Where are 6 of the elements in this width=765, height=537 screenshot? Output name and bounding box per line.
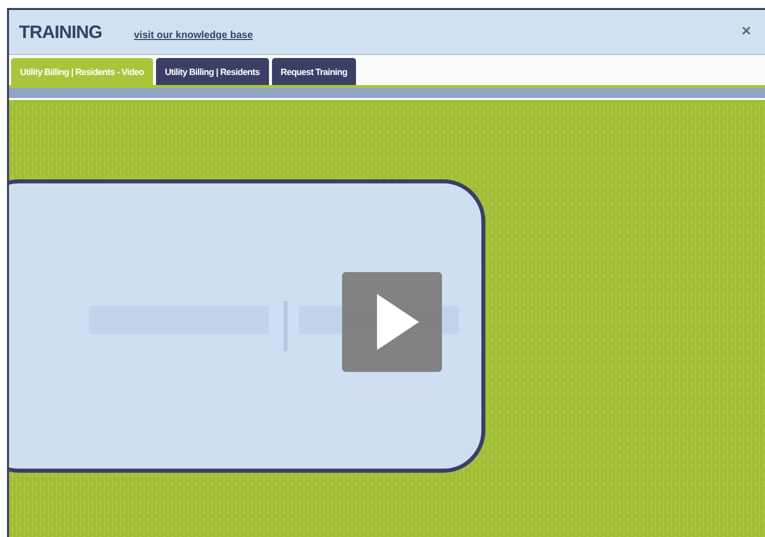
close-button[interactable]: ×: [738, 23, 755, 41]
window-title: TRAINING: [19, 22, 102, 42]
tab[interactable]: Utility Billing | Residents: [156, 58, 269, 85]
tab[interactable]: Request Training: [272, 58, 356, 85]
knowledge-base-link[interactable]: visit our knowledge base: [134, 30, 253, 40]
play-button[interactable]: [342, 272, 442, 372]
